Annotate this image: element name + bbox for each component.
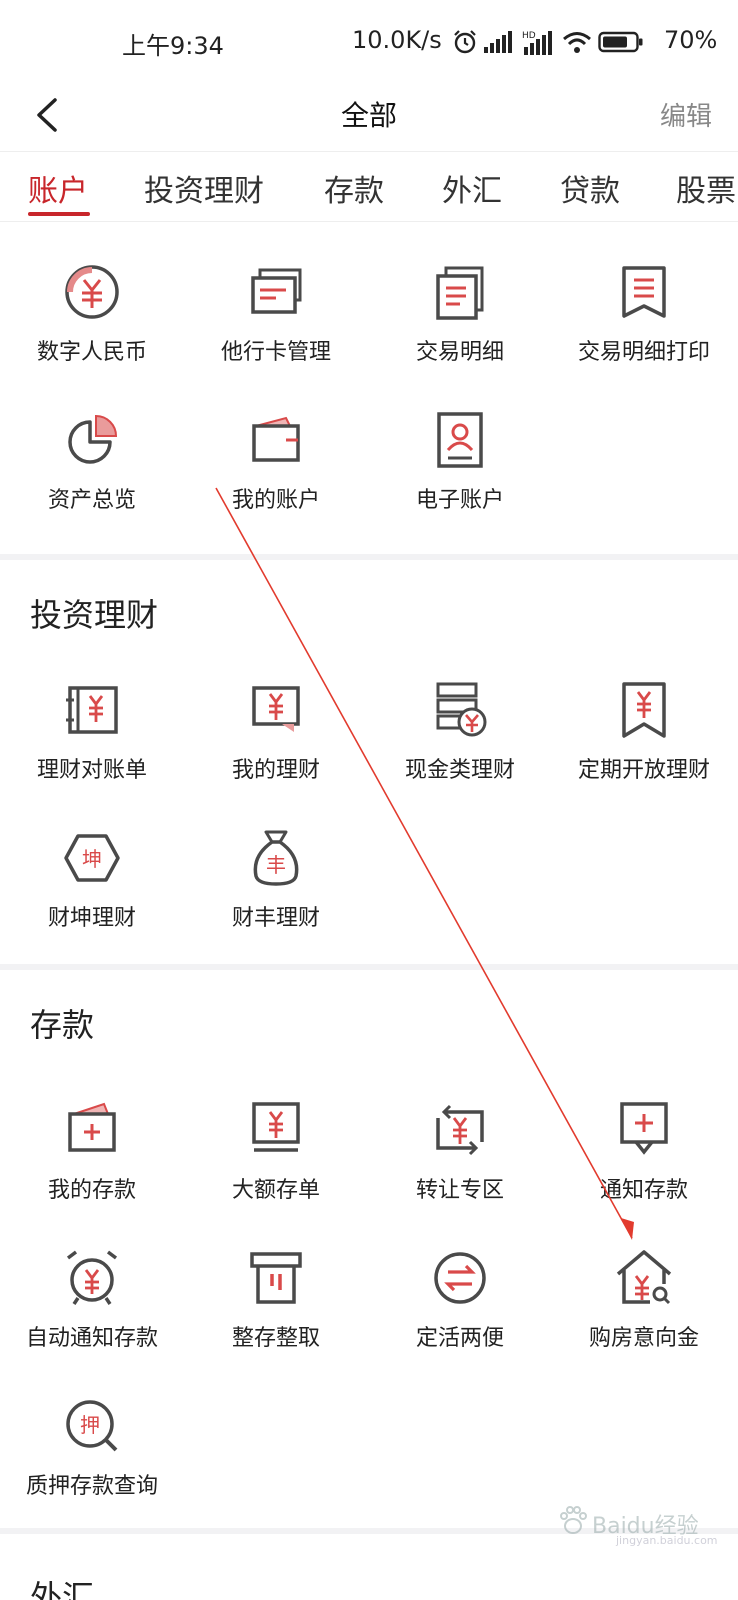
section-title-forex: 外汇 — [30, 1578, 95, 1600]
wifi-icon — [563, 32, 591, 53]
tab-invest[interactable]: 投资理财 — [144, 166, 264, 210]
grid-item-fixed-open[interactable]: 定期开放理财 — [552, 680, 736, 820]
alarm-clock-icon — [66, 1250, 118, 1305]
grid-item-receipt-print[interactable]: 交易明细打印 — [552, 262, 736, 402]
grid-item-transfer-zone[interactable]: 转让专区 — [368, 1100, 552, 1240]
grid-item-auto-notice[interactable]: 自动通知存款 — [0, 1248, 184, 1388]
alarm-icon — [454, 30, 476, 54]
grid-item-label: 大额存单 — [231, 1178, 320, 1203]
grid-item-label: 整存整取 — [231, 1326, 320, 1351]
battery-icon — [598, 31, 643, 53]
grid-item-label: 他行卡管理 — [220, 340, 331, 365]
grid-item-asset-overview[interactable]: 资产总览 — [0, 410, 184, 550]
grid-item-finance-statement[interactable]: 理财对账单 — [0, 680, 184, 820]
notice-deposit-icon — [620, 1102, 668, 1155]
grid-item-label: 现金类理财 — [404, 758, 515, 783]
grid-item-label: 财坤理财 — [47, 906, 136, 931]
grid-item-label: 自动通知存款 — [25, 1326, 158, 1351]
grid-item-label: 交易明细 — [415, 340, 504, 365]
grid-item-label: 电子账户 — [415, 488, 504, 513]
watermark-sub: jingyan.baidu.com — [616, 1534, 718, 1547]
grid-item-my-finance[interactable]: 我的理财 — [184, 680, 368, 820]
transaction-detail-icon — [436, 266, 484, 320]
status-net-speed: 10.0K/s — [352, 26, 442, 54]
grid-item-e-account[interactable]: 电子账户 — [368, 410, 552, 550]
signal-icon — [484, 31, 512, 53]
paw-logo-icon — [560, 1506, 587, 1534]
grid-item-large-deposit[interactable]: 大额存单 — [184, 1100, 368, 1240]
page-title: 全部 — [340, 99, 397, 132]
grid-item-digital-rmb[interactable]: 数字人民币 — [0, 262, 184, 402]
grid-item-label: 购房意向金 — [588, 1326, 699, 1351]
grid-item-label: 通知存款 — [599, 1178, 688, 1203]
tab-stock[interactable]: 股票 — [676, 166, 736, 210]
grid-item-label: 财丰理财 — [231, 906, 320, 931]
section-divider — [0, 964, 738, 970]
status-time: 上午9:34 — [122, 32, 224, 60]
money-bag-icon: 丰 — [253, 830, 299, 886]
baidu-watermark: Baidu经验 jingyan.baidu.com — [556, 1500, 726, 1550]
nav-bar: 全部 编辑 — [0, 80, 738, 152]
statement-icon — [66, 686, 118, 734]
transfer-zone-icon — [436, 1104, 484, 1156]
svg-text:HD: HD — [522, 31, 536, 41]
hd-signal-icon: HD — [522, 31, 552, 55]
category-tabs: 账户 投资理财 存款 外汇 贷款 股票 — [0, 152, 738, 222]
grid-item-label: 定期开放理财 — [577, 758, 710, 783]
grid-item-my-account[interactable]: 我的账户 — [184, 410, 368, 550]
e-account-icon — [437, 412, 483, 468]
grid-item-label: 我的存款 — [47, 1178, 136, 1203]
pledge-search-icon: 押 — [66, 1400, 118, 1452]
active-tab-indicator — [28, 212, 90, 216]
my-finance-icon — [252, 686, 300, 732]
lump-sum-icon — [250, 1252, 302, 1304]
grid-item-label: 资产总览 — [47, 488, 136, 513]
grid-item-label: 理财对账单 — [36, 758, 147, 783]
grid-item-caifeng[interactable]: 丰 财丰理财 — [184, 828, 368, 968]
receipt-print-icon — [622, 266, 666, 318]
wallet-icon — [252, 416, 300, 462]
caikun-icon: 坤 — [64, 834, 120, 882]
battery-percent: 70% — [664, 26, 718, 54]
tab-forex[interactable]: 外汇 — [442, 166, 502, 210]
grid-item-caikun[interactable]: 坤 财坤理财 — [0, 828, 184, 968]
house-deposit-icon — [616, 1250, 672, 1305]
section-divider — [0, 554, 738, 560]
status-bar: 上午9:34 10.0K/s HD 70% — [0, 0, 738, 80]
cash-finance-icon — [436, 682, 487, 737]
svg-text:丰: 丰 — [266, 853, 286, 877]
my-deposit-icon — [68, 1102, 116, 1152]
grid-item-notice-deposit[interactable]: 通知存款 — [552, 1100, 736, 1240]
exchange-icon — [434, 1252, 486, 1304]
pie-chart-icon — [68, 414, 118, 464]
grid-item-label: 交易明细打印 — [577, 340, 710, 365]
section-title-deposit: 存款 — [30, 1006, 95, 1044]
grid-item-cash-finance[interactable]: 现金类理财 — [368, 680, 552, 820]
grid-item-my-deposit[interactable]: 我的存款 — [0, 1100, 184, 1240]
tab-account[interactable]: 账户 — [28, 166, 88, 210]
grid-item-label: 我的账户 — [231, 488, 320, 513]
grid-item-label: 定活两便 — [415, 1326, 504, 1351]
digital-rmb-icon — [65, 265, 119, 319]
cards-icon — [251, 268, 302, 314]
grid-item-pledge-search[interactable]: 押 质押存款查询 — [0, 1396, 184, 1536]
grid-item-label: 转让专区 — [415, 1178, 504, 1203]
grid-item-exchange[interactable]: 定活两便 — [368, 1248, 552, 1388]
grid-item-transaction-detail[interactable]: 交易明细 — [368, 262, 552, 402]
grid-item-label: 质押存款查询 — [25, 1474, 158, 1499]
grid-item-lump-sum[interactable]: 整存整取 — [184, 1248, 368, 1388]
tab-deposit[interactable]: 存款 — [324, 166, 384, 210]
edit-button[interactable]: 编辑 — [660, 96, 712, 133]
svg-text:坤: 坤 — [82, 847, 102, 871]
tab-loan[interactable]: 贷款 — [560, 166, 620, 210]
section-title-invest: 投资理财 — [30, 596, 159, 634]
fixed-open-icon — [622, 682, 666, 738]
status-icons: HD — [452, 28, 644, 56]
grid-item-other-cards[interactable]: 他行卡管理 — [184, 262, 368, 402]
large-deposit-icon — [252, 1102, 300, 1152]
svg-text:押: 押 — [80, 1413, 100, 1437]
grid-item-house-deposit[interactable]: 购房意向金 — [552, 1248, 736, 1388]
grid-item-label: 我的理财 — [231, 758, 320, 783]
grid-item-label: 数字人民币 — [36, 340, 147, 365]
